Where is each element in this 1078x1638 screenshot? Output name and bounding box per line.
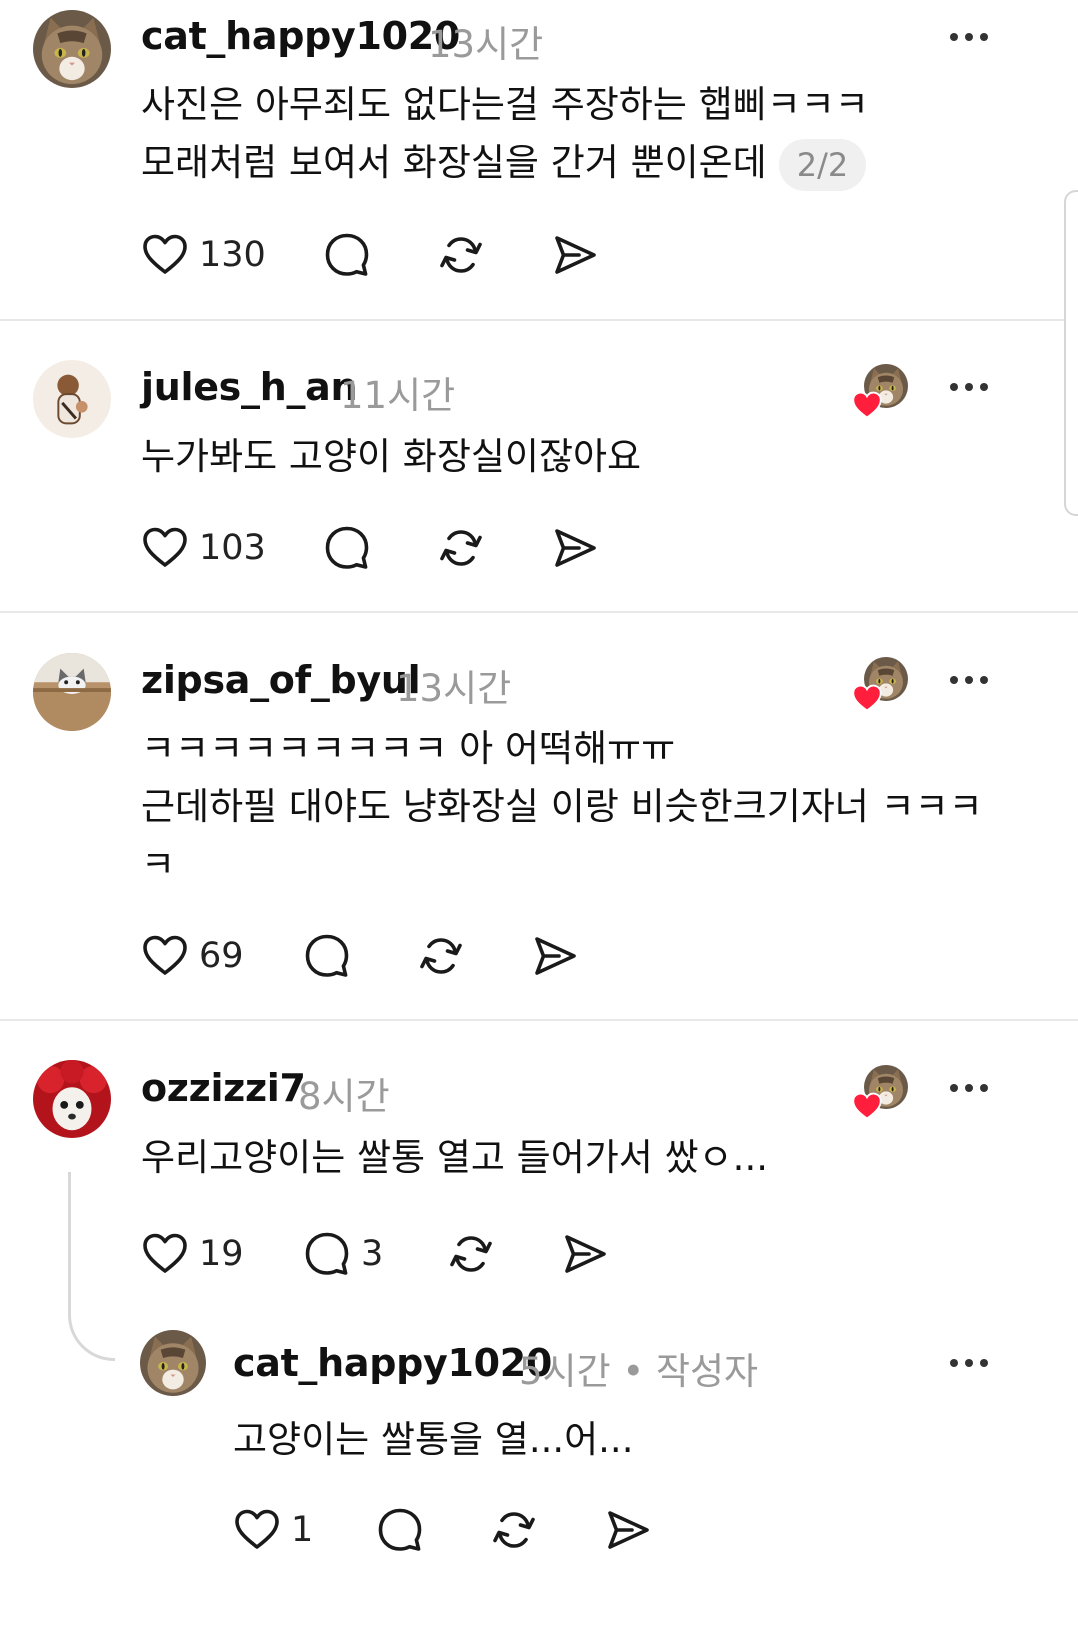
more-options-icon[interactable]	[950, 1356, 994, 1370]
repost-button[interactable]	[437, 231, 485, 279]
divider	[0, 611, 1078, 613]
comment-bubble-icon	[323, 524, 371, 572]
send-icon	[551, 524, 599, 572]
username[interactable]: zipsa_of_byul	[141, 658, 421, 702]
author-liked-heart-icon	[852, 683, 882, 713]
comment-bubble-icon	[303, 1230, 351, 1278]
comment-text-line: 우리고양이는 쌀통 열고 들어가서 쌌ㅇ...	[141, 1136, 768, 1179]
comment-bubble-icon	[376, 1506, 424, 1554]
comment-text-line: 누가봐도 고양이 화장실이잖아요	[141, 435, 642, 478]
repost-button[interactable]	[417, 932, 465, 980]
like-button[interactable]: 1	[233, 1506, 313, 1554]
send-icon	[604, 1506, 652, 1554]
author-liked-badge	[852, 657, 908, 713]
like-count: 19	[199, 1234, 244, 1274]
avatar[interactable]	[33, 10, 111, 88]
reply-button[interactable]	[303, 932, 351, 980]
username[interactable]: cat_happy1020	[141, 14, 460, 58]
heart-icon	[141, 231, 189, 279]
comment-text-line: 고양이는 쌀통을 열...어...	[233, 1418, 634, 1461]
reply-button[interactable]: 3	[303, 1230, 383, 1278]
timestamp: 13시간	[428, 23, 544, 66]
like-button[interactable]: 69	[141, 932, 244, 980]
avatar[interactable]	[33, 653, 111, 731]
divider	[0, 319, 1078, 321]
send-icon	[531, 932, 579, 980]
repost-button[interactable]	[490, 1506, 538, 1554]
share-button[interactable]	[604, 1506, 652, 1554]
scrollbar[interactable]	[1064, 190, 1078, 516]
timestamp: 5시간 • 작성자	[519, 1350, 759, 1393]
heart-icon	[141, 524, 189, 572]
reply-button[interactable]	[376, 1506, 424, 1554]
repost-icon	[417, 932, 465, 980]
comment-text-line: 사진은 아무죄도 없다는걸 주장하는 햅삐ㅋㅋㅋ	[141, 83, 869, 126]
comment-text-line: 모래처럼 보여서 화장실을 간거 뿐이온데 2/2	[141, 133, 867, 193]
author-tag: • 작성자	[622, 1350, 759, 1393]
timestamp: 13시간	[396, 667, 512, 710]
avatar[interactable]	[33, 360, 111, 438]
comment-text-line: ㅋ	[141, 843, 176, 886]
repost-icon	[437, 524, 485, 572]
like-button[interactable]: 130	[141, 231, 266, 279]
heart-icon	[141, 1230, 189, 1278]
comment-bubble-icon	[303, 932, 351, 980]
reply-count: 3	[361, 1234, 384, 1274]
comment-text-line: 근데하필 대야도 냥화장실 이랑 비슷한크기자너 ㅋㅋㅋ	[141, 785, 983, 828]
share-button[interactable]	[551, 524, 599, 572]
share-button[interactable]	[561, 1230, 609, 1278]
more-options-icon[interactable]	[950, 673, 994, 687]
like-count: 69	[199, 936, 244, 976]
username[interactable]: jules_h_an	[141, 365, 358, 409]
like-button[interactable]: 19	[141, 1230, 244, 1278]
avatar[interactable]	[140, 1330, 206, 1396]
comment-bubble-icon	[323, 231, 371, 279]
reply-button[interactable]	[323, 524, 371, 572]
more-options-icon[interactable]	[950, 1081, 994, 1095]
share-button[interactable]	[531, 932, 579, 980]
like-count: 1	[291, 1510, 314, 1550]
repost-icon	[447, 1230, 495, 1278]
repost-icon	[490, 1506, 538, 1554]
reply-button[interactable]	[323, 231, 371, 279]
share-button[interactable]	[551, 231, 599, 279]
send-icon	[561, 1230, 609, 1278]
repost-button[interactable]	[437, 524, 485, 572]
like-count: 130	[199, 235, 266, 275]
heart-icon	[233, 1506, 281, 1554]
like-button[interactable]: 103	[141, 524, 266, 572]
timestamp: 8시간	[298, 1075, 390, 1118]
author-liked-heart-icon	[852, 390, 882, 420]
author-liked-heart-icon	[852, 1091, 882, 1121]
repost-icon	[437, 231, 485, 279]
heart-icon	[141, 932, 189, 980]
author-liked-badge	[852, 364, 908, 420]
divider	[0, 1019, 1078, 1021]
timestamp: 11시간	[340, 374, 456, 417]
send-icon	[551, 231, 599, 279]
username[interactable]: cat_happy1020	[233, 1341, 552, 1385]
image-pager-badge: 2/2	[778, 138, 867, 191]
like-count: 103	[199, 528, 266, 568]
author-liked-badge	[852, 1065, 908, 1121]
avatar[interactable]	[33, 1060, 111, 1138]
username[interactable]: ozzizzi7	[141, 1066, 306, 1110]
thread-connector	[68, 1172, 115, 1361]
comment-text-line: ㅋㅋㅋㅋㅋㅋㅋㅋㅋ 아 어떡해ㅠㅠ	[141, 727, 676, 770]
repost-button[interactable]	[447, 1230, 495, 1278]
more-options-icon[interactable]	[950, 380, 994, 394]
more-options-icon[interactable]	[950, 30, 994, 44]
